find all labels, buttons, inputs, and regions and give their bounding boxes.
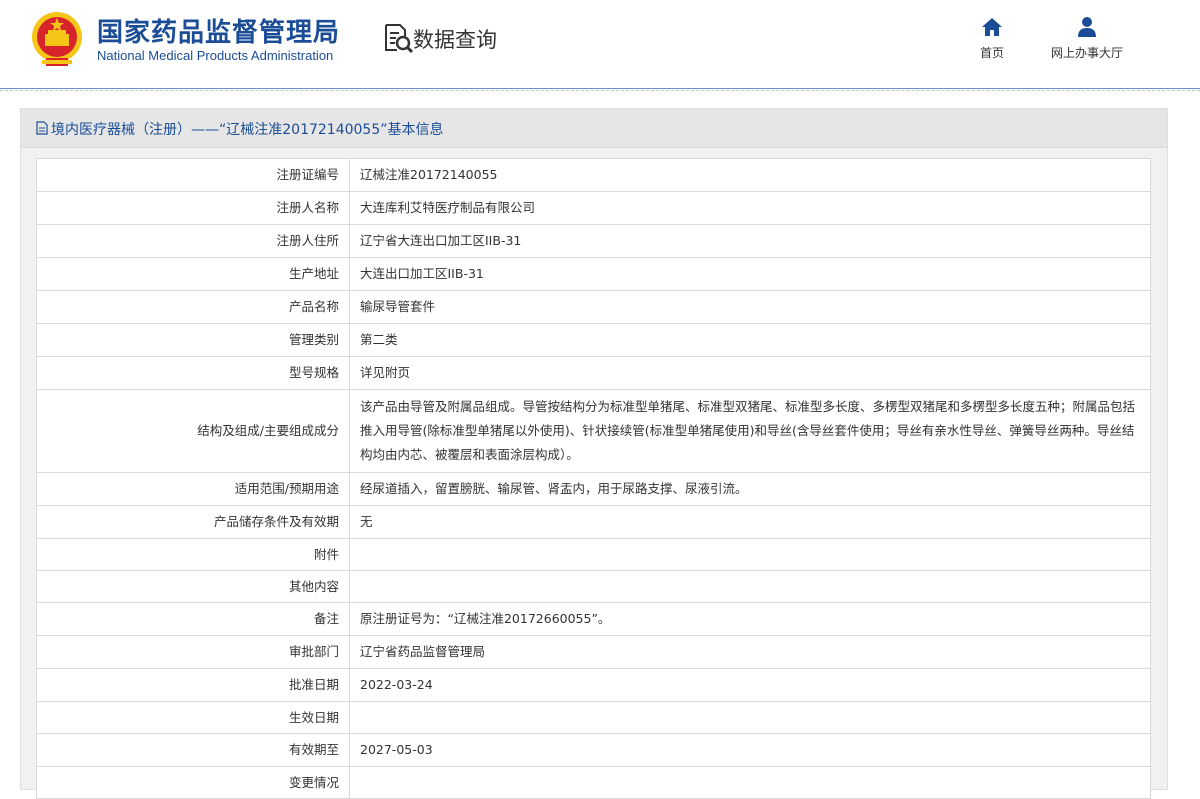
row-label: 审批部门 [36, 635, 350, 669]
row-value [349, 538, 1151, 571]
table-row: 注册人住所 辽宁省大连出口加工区IIB-31 [36, 224, 1151, 258]
nav-online-hall-label: 网上办事大厅 [1050, 46, 1123, 60]
table-row: 型号规格 详见附页 [36, 356, 1151, 390]
row-label: 其他内容 [36, 570, 350, 603]
row-value: 大连出口加工区IIB-31 [349, 257, 1151, 291]
document-icon [36, 121, 48, 135]
row-label: 管理类别 [36, 323, 350, 357]
row-value: 辽宁省药品监督管理局 [349, 635, 1151, 669]
table-row: 备注 原注册证号为：“辽械注准20172660055”。 [36, 602, 1151, 636]
row-label: 注册人名称 [36, 191, 350, 225]
row-label: 产品储存条件及有效期 [36, 505, 350, 539]
row-value: 原注册证号为：“辽械注准20172660055”。 [349, 602, 1151, 636]
section-title: 数据查询 [413, 28, 497, 52]
org-name-cn: 国家药品监督管理局 [97, 18, 341, 48]
table-row: 变更情况 [36, 766, 1151, 799]
row-label: 变更情况 [36, 766, 350, 799]
panel-header: 境内医疗器械（注册）——“辽械注准20172140055”基本信息 [21, 109, 1167, 148]
row-value: 详见附页 [349, 356, 1151, 390]
panel-title: 境内医疗器械（注册）——“辽械注准20172140055”基本信息 [51, 122, 444, 138]
row-label: 生产地址 [36, 257, 350, 291]
row-value: 辽械注准20172140055 [349, 158, 1151, 192]
row-label: 型号规格 [36, 356, 350, 390]
row-label: 结构及组成/主要组成成分 [36, 389, 350, 473]
row-value [349, 766, 1151, 799]
row-value [349, 701, 1151, 734]
table-row: 产品储存条件及有效期无 [36, 505, 1151, 539]
table-row: 管理类别 第二类 [36, 323, 1151, 357]
table-row: 批准日期 2022-03-24 [36, 668, 1151, 702]
row-label: 批准日期 [36, 668, 350, 702]
site-header: 国家药品监督管理局 National Medical Products Admi… [0, 0, 1200, 88]
header-divider-dashed [0, 90, 1200, 91]
table-row: 生产地址 大连出口加工区IIB-31 [36, 257, 1151, 291]
table-row: 其他内容 [36, 570, 1151, 603]
table-row: 注册人名称 大连库利艾特医疗制品有限公司 [36, 191, 1151, 225]
header-divider [0, 88, 1200, 89]
table-row: 审批部门 辽宁省药品监督管理局 [36, 635, 1151, 669]
row-label: 备注 [36, 602, 350, 636]
row-value: 大连库利艾特医疗制品有限公司 [349, 191, 1151, 225]
row-label: 有效期至 [36, 733, 350, 767]
row-value: 2022-03-24 [349, 668, 1151, 702]
row-label: 附件 [36, 538, 350, 571]
row-label: 注册人住所 [36, 224, 350, 258]
row-value: 2027-05-03 [349, 733, 1151, 767]
row-label: 适用范围/预期用途 [36, 472, 350, 506]
row-value: 该产品由导管及附属品组成。导管按结构分为标准型单猪尾、标准型双猪尾、标准型多长度… [349, 389, 1151, 473]
row-label: 注册证编号 [36, 158, 350, 192]
table-row: 生效日期 [36, 701, 1151, 734]
nav-home-label: 首页 [979, 46, 1004, 60]
user-icon [1078, 17, 1096, 37]
row-label: 产品名称 [36, 290, 350, 324]
row-label: 生效日期 [36, 701, 350, 734]
table-row: 注册证编号 辽械注准20172140055 [36, 158, 1151, 192]
table-row: 适用范围/预期用途 经尿道插入，留置膀胱、输尿管、肾盂内，用于尿路支撑、尿液引流。 [36, 472, 1151, 506]
document-search-icon [385, 24, 413, 54]
national-emblem-icon [32, 12, 82, 66]
row-value: 辽宁省大连出口加工区IIB-31 [349, 224, 1151, 258]
table-row: 结构及组成/主要组成成分 该产品由导管及附属品组成。导管按结构分为标准型单猪尾、标… [36, 389, 1151, 473]
row-value: 经尿道插入，留置膀胱、输尿管、肾盂内，用于尿路支撑、尿液引流。 [349, 472, 1151, 506]
device-info-table: 注册证编号 辽械注准20172140055 注册人名称 大连库利艾特医疗制品有限公司… [36, 158, 1151, 799]
nav-online-hall-link[interactable]: 网上办事大厅 [1040, 16, 1134, 61]
table-row: 产品名称 输尿导管套件 [36, 290, 1151, 324]
nav-home-link[interactable]: 首页 [972, 16, 1012, 61]
info-panel: 境内医疗器械（注册）——“辽械注准20172140055”基本信息 注册证编号辽… [20, 108, 1168, 799]
table-row: 有效期至 2027-05-03 [36, 733, 1151, 767]
home-icon [982, 18, 1002, 36]
table-row: 附件 [36, 538, 1151, 571]
row-value: 输尿导管套件 [349, 290, 1151, 324]
row-value: 第二类 [349, 323, 1151, 357]
org-name-en: National Medical Products Administration [97, 48, 334, 63]
row-value: 无 [349, 505, 1151, 539]
row-value [349, 570, 1151, 603]
